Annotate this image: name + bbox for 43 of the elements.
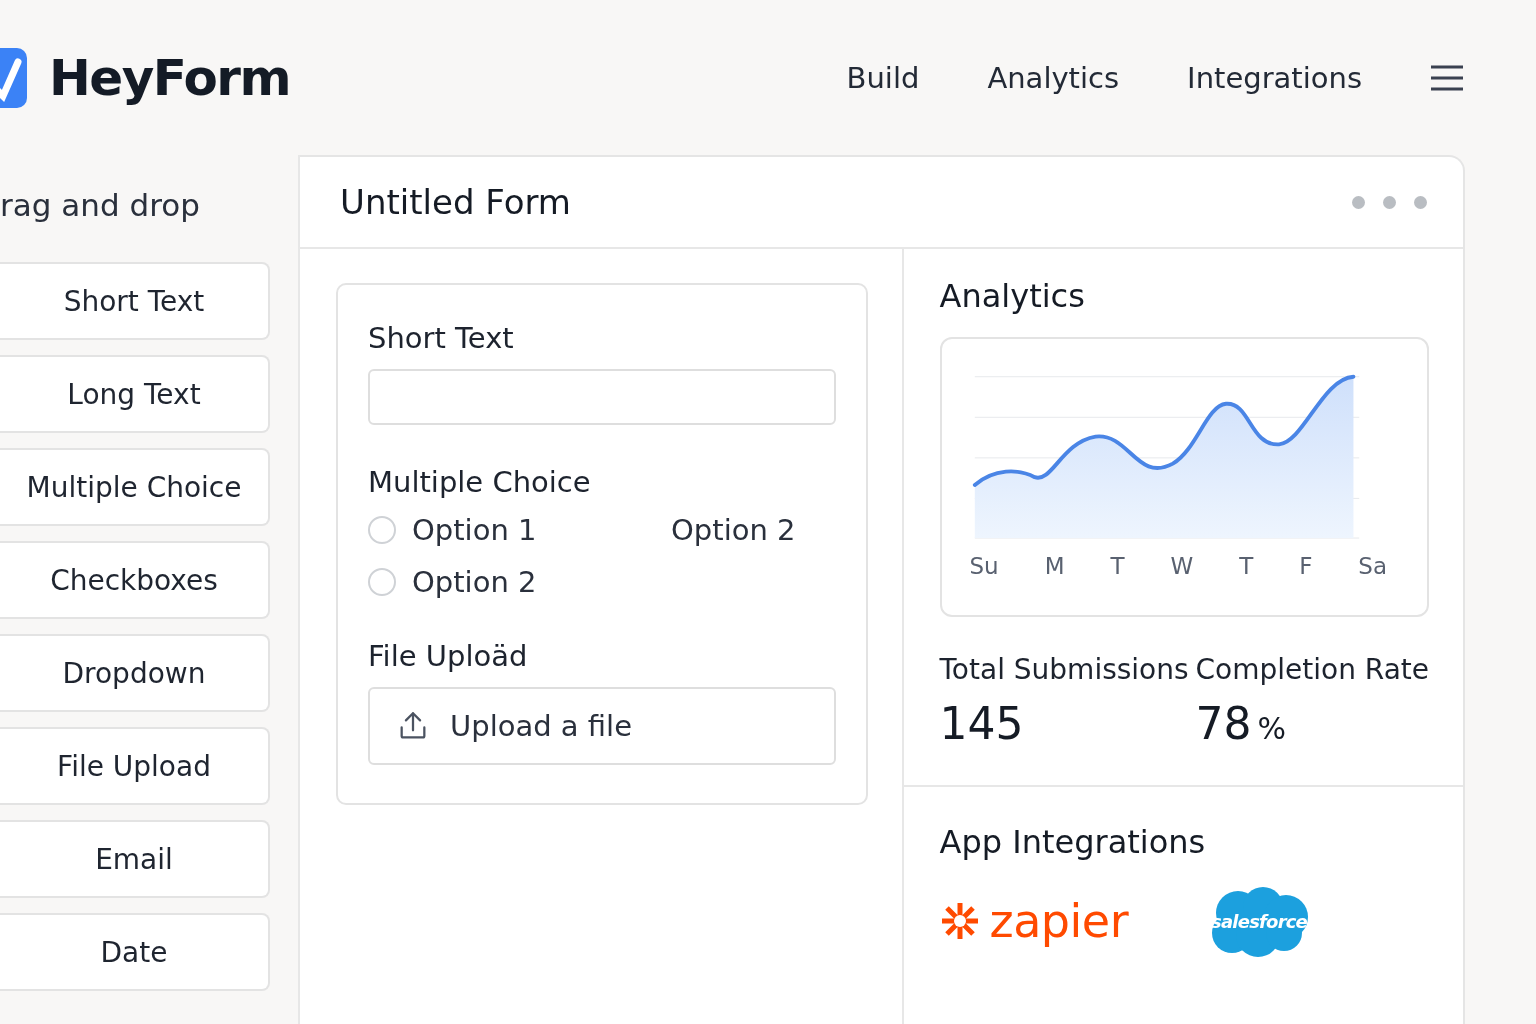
section-title: App Integrations	[939, 823, 1207, 861]
stat-unit: %	[1257, 711, 1287, 746]
radio-button[interactable]	[368, 516, 396, 544]
menu-icon[interactable]	[1430, 63, 1464, 92]
input-field[interactable]	[368, 369, 836, 425]
field-type-item[interactable]: Long Text	[0, 355, 270, 433]
radio-option[interactable]: Option 2	[368, 565, 537, 599]
axis-label: F	[1299, 553, 1313, 579]
upload-button[interactable]: Upload a file	[368, 687, 836, 765]
axis-label: W	[1170, 553, 1194, 579]
app-logo-text: zapier	[989, 894, 1129, 948]
stat-label: Completion Rate	[1195, 653, 1429, 686]
form-title: Untitled Form	[340, 182, 571, 222]
field-type-item[interactable]: Dropdown	[0, 634, 270, 712]
option-label: Option 2	[671, 513, 797, 547]
nav-link[interactable]: Analytics	[987, 60, 1120, 95]
axis-label: M	[1044, 553, 1065, 579]
nav-link[interactable]: Build	[846, 60, 920, 95]
field-label: File Uploäd	[368, 639, 529, 673]
radio-button[interactable]	[368, 568, 396, 596]
field-label: Multiple Choice	[368, 465, 592, 499]
stat-label: Total Submissions	[939, 653, 1190, 686]
stat-value: 78	[1195, 698, 1252, 749]
field-label: Short Text	[368, 321, 515, 355]
axis-label: Su	[969, 553, 999, 579]
brand-name: HeyForm	[49, 48, 291, 107]
logo-icon	[0, 47, 27, 108]
field-type-item[interactable]: Multiple Choice	[0, 448, 270, 526]
field-type-item[interactable]: Checkboxes	[0, 541, 270, 619]
stat-value: 145	[939, 698, 1024, 749]
sidebar-title: rag and drop	[0, 187, 201, 225]
field-type-item[interactable]: File Upload	[0, 727, 270, 805]
section-title: Analytics	[939, 277, 1086, 315]
asterisk-icon	[939, 901, 980, 941]
axis-label: T	[1110, 553, 1125, 579]
field-type-item[interactable]: Date	[0, 913, 270, 991]
more-icon[interactable]	[1352, 195, 1427, 209]
field-type-item[interactable]: Email	[0, 820, 270, 898]
radio-option[interactable]: Option 1	[368, 513, 537, 547]
field-type-item[interactable]: Short Text	[0, 262, 270, 340]
axis-label: Sa	[1358, 553, 1387, 579]
nav-link[interactable]: Integrations	[1187, 60, 1362, 95]
axis-label: T	[1239, 553, 1254, 579]
